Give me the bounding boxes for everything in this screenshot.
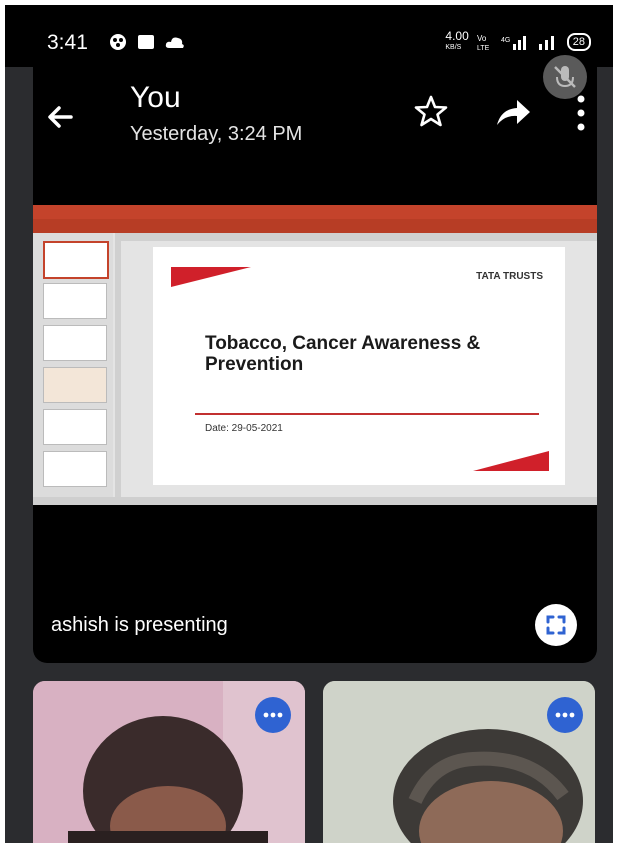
slide-thumbnail (43, 409, 107, 445)
mic-off-button[interactable] (543, 55, 587, 99)
ppt-title-bar (33, 205, 597, 219)
audio-level-icon (555, 712, 575, 718)
svg-text:Vo: Vo (477, 34, 487, 43)
slide-thumbnail (43, 367, 107, 403)
signal-icon (538, 36, 554, 50)
slide-thumbnails (33, 233, 113, 497)
message-icon (138, 35, 154, 49)
audio-level-icon (263, 712, 283, 718)
slide-thumbnail (43, 451, 107, 487)
slide-accent-shape (171, 267, 251, 287)
page-title: You (130, 81, 181, 114)
slide-thumbnail (43, 325, 107, 361)
mic-off-icon (554, 66, 576, 88)
presenter-label: ashish is presenting (51, 614, 228, 636)
meeting-header: You Yesterday, 3:24 PM (33, 55, 597, 197)
notification-app-icon (110, 34, 126, 50)
cloud-icon (165, 37, 184, 48)
slide-accent-shape (473, 451, 549, 471)
audio-level-badge (255, 697, 291, 733)
audio-level-badge (547, 697, 583, 733)
ppt-ribbon (33, 219, 597, 233)
slide-heading: Tobacco, Cancer Awareness & Prevention (205, 333, 481, 375)
meeting-time: Yesterday, 3:24 PM (130, 123, 303, 145)
slide-thumbnail (43, 241, 109, 279)
svg-text:4G: 4G (501, 37, 510, 44)
battery-icon: 28 (566, 33, 591, 51)
screen: 3:41 4.00 KB/S Vo LTE 4G 28 You Yesterday… (5, 5, 613, 843)
data-speed: 4.00 KB/S (445, 29, 469, 51)
signal-4g-icon: 4G (501, 36, 526, 50)
ppt-status-bar (33, 497, 597, 505)
presentation-panel: TATA TRUSTS Tobacco, Cancer Awareness & … (33, 197, 597, 663)
back-arrow-icon[interactable] (41, 97, 81, 137)
share-icon[interactable] (493, 95, 533, 131)
status-time: 3:41 (47, 31, 88, 54)
fullscreen-button[interactable] (535, 604, 577, 646)
participant-tile[interactable] (323, 681, 595, 843)
star-icon[interactable] (413, 93, 449, 129)
status-icons-right: 4.00 KB/S Vo LTE 4G 28 (445, 29, 591, 53)
slide-date: Date: 29-05-2021 (205, 423, 283, 434)
status-bar: 3:41 4.00 KB/S Vo LTE 4G 28 (5, 5, 613, 67)
slide-divider (195, 413, 539, 415)
slide-thumbnail (43, 283, 107, 319)
ppt-ruler (115, 233, 597, 241)
slide-brand: TATA TRUSTS (476, 271, 543, 282)
slide: TATA TRUSTS Tobacco, Cancer Awareness & … (153, 247, 565, 485)
fullscreen-icon (546, 615, 566, 635)
shared-screen: TATA TRUSTS Tobacco, Cancer Awareness & … (33, 205, 597, 505)
ppt-ruler (115, 241, 121, 497)
status-icons-left (109, 33, 185, 51)
volte-icon: Vo LTE (477, 34, 490, 51)
participant-tile[interactable] (33, 681, 305, 843)
svg-text:LTE: LTE (477, 45, 490, 51)
